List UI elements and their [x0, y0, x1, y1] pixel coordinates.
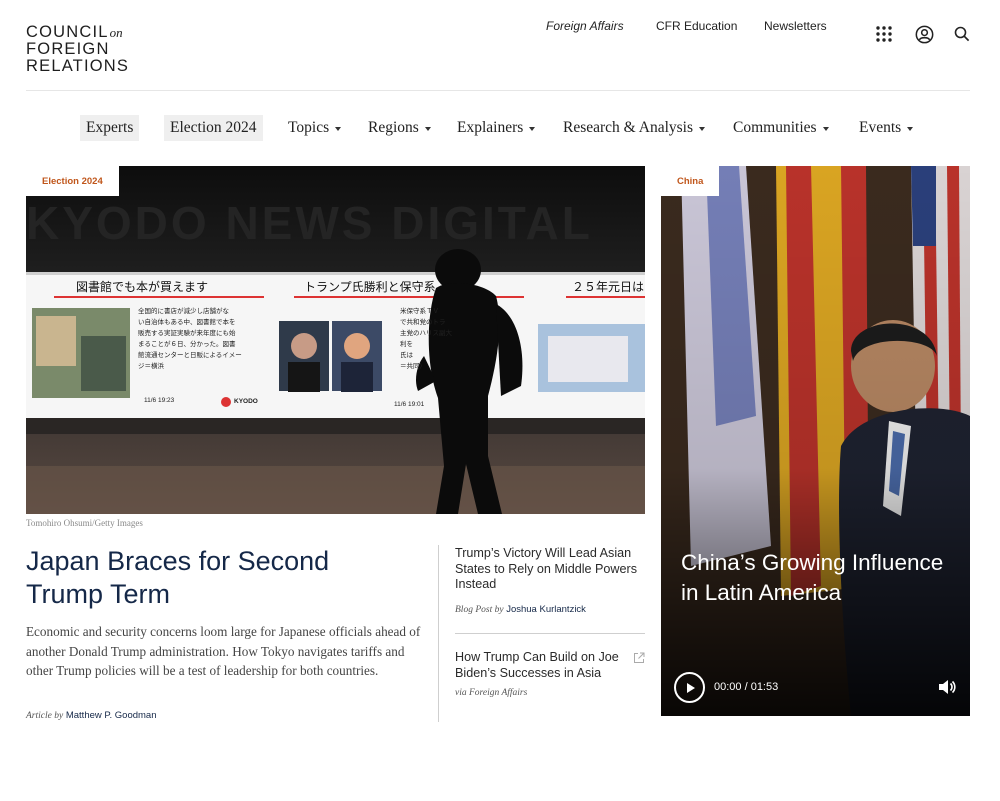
billboard-mid-body: 米保守系ＴＶ で共和党のトラ 主党のハリス副大 利を 氏は ＝共同）	[400, 306, 460, 372]
hero-headline[interactable]: Japan Braces for Second Trump Term	[26, 545, 406, 611]
nav-item-label: Regions	[368, 119, 419, 136]
caret-down-icon	[699, 127, 706, 131]
billboard-right-headline: ２５年元日は	[572, 280, 645, 294]
logo-on: on	[109, 25, 123, 40]
caret-down-icon	[822, 127, 829, 131]
account-icon[interactable]	[914, 24, 934, 44]
header-divider	[26, 90, 970, 91]
nav-item-label: Events	[859, 119, 902, 136]
caret-down-icon	[335, 127, 342, 131]
logo-line3: RELATIONS	[26, 57, 130, 75]
apps-grid-icon[interactable]	[874, 24, 894, 44]
billboard-time-mid: 11/6 19:01	[394, 401, 425, 408]
nav-item-communities[interactable]: Communities	[733, 115, 829, 141]
nav-item-election-2024[interactable]: Election 2024	[164, 115, 263, 141]
nav-item-research-analysis[interactable]: Research & Analysis	[563, 115, 706, 141]
video-card[interactable]: China China’s Growing Influence in Latin…	[661, 166, 970, 716]
byline-prefix: via Foreign Affairs	[455, 688, 528, 698]
side-story-byline: Blog Post by Joshua Kurlantzick	[455, 604, 586, 615]
image-credit: Tomohiro Ohsumi/Getty Images	[26, 518, 143, 528]
newsletters-link[interactable]: Newsletters	[764, 19, 827, 33]
caret-down-icon	[529, 127, 536, 131]
billboard-line: 館流通センターと日販によるイメー	[138, 352, 242, 359]
video-player-controls: 00:00 / 01:53	[673, 671, 963, 705]
main-nav: Experts Election 2024 Topics Regions Exp…	[0, 115, 1000, 141]
byline-prefix: Article by	[26, 711, 64, 721]
cfr-logo[interactable]: COUNCILon FOREIGN RELATIONS	[26, 24, 129, 75]
nav-item-label: Research & Analysis	[563, 119, 694, 136]
billboard-line: ジ＝横浜	[138, 363, 164, 370]
billboard-line: 主党のハリス副大	[400, 330, 452, 337]
nav-item-explainers[interactable]: Explainers	[457, 115, 536, 141]
volume-icon[interactable]	[937, 678, 957, 701]
byline-prefix: Blog Post by	[455, 605, 504, 615]
video-poster	[661, 166, 970, 716]
billboard-line: 利を	[400, 341, 413, 348]
billboard-line: まることが６日、分かった。図書	[138, 341, 236, 348]
billboard-time-left: 11/6 19:23	[144, 397, 175, 404]
nav-item-experts[interactable]: Experts	[80, 115, 140, 141]
nav-item-topics[interactable]: Topics	[288, 115, 342, 141]
billboard-line: 氏は	[400, 352, 413, 359]
cfr-education-link[interactable]: CFR Education	[656, 19, 737, 33]
search-icon[interactable]	[952, 24, 972, 44]
external-link-icon	[633, 651, 645, 669]
nav-item-label: Election 2024	[170, 119, 257, 136]
side-story-divider	[455, 633, 645, 634]
nav-item-label: Experts	[86, 119, 134, 136]
nav-item-label: Explainers	[457, 119, 524, 136]
billboard-line: い自治体もある中、図書館で本を	[138, 319, 236, 326]
side-story-title[interactable]: How Trump Can Build on Joe Biden’s Succe…	[455, 650, 633, 681]
logo-line1: COUNCIL	[26, 23, 109, 41]
billboard-brand-text: KYODO NEWS DIGITAL	[26, 197, 593, 249]
play-button[interactable]	[674, 672, 705, 703]
nav-item-regions[interactable]: Regions	[368, 115, 431, 141]
column-divider	[438, 545, 439, 722]
hero-topic-tag[interactable]: Election 2024	[26, 166, 119, 196]
video-title[interactable]: China’s Growing Influence in Latin Ameri…	[681, 548, 951, 607]
hero-image[interactable]: Election 2024 KYODO NEWS DIGITAL 図書館でも本が…	[26, 166, 645, 514]
video-topic-tag[interactable]: China	[661, 166, 720, 196]
billboard-line: ＝共同）	[400, 363, 426, 370]
billboard-line: 販売する実証実験が来年度にも始	[138, 330, 236, 337]
billboard-left-headline: 図書館でも本が買えます	[76, 280, 209, 294]
billboard-mid-headline: トランプ氏勝利と保守系	[304, 280, 436, 294]
billboard-line: で共和党のトラ	[400, 319, 446, 326]
nav-item-label: Communities	[733, 119, 817, 136]
foreign-affairs-link[interactable]: Foreign Affairs	[546, 19, 624, 33]
hero-dek: Economic and security concerns loom larg…	[26, 624, 421, 679]
caret-down-icon	[907, 127, 914, 131]
logo-line2: FOREIGN	[26, 40, 110, 58]
hero-byline: Article by Matthew P. Goodman	[26, 710, 157, 721]
billboard-line: 全国的に書店が減少し店舗がな	[138, 308, 229, 315]
billboard-left-body: 全国的に書店が減少し店舗がな い自治体もある中、図書館で本を 販売する実証実験が…	[138, 306, 278, 372]
nav-item-events[interactable]: Events	[859, 115, 914, 141]
byline-author-link[interactable]: Joshua Kurlantzick	[506, 604, 586, 615]
side-story-title[interactable]: Trump’s Victory Will Lead Asian States t…	[455, 546, 645, 593]
play-icon	[686, 682, 695, 693]
byline-author-link[interactable]: Matthew P. Goodman	[66, 710, 157, 721]
billboard-logo-small: KYODO	[234, 398, 258, 405]
side-story-byline: via Foreign Affairs	[455, 687, 527, 698]
caret-down-icon	[424, 127, 431, 131]
nav-item-label: Topics	[288, 119, 330, 136]
billboard-line: 米保守系ＴＶ	[400, 308, 439, 315]
video-time: 00:00 / 01:53	[714, 681, 779, 693]
